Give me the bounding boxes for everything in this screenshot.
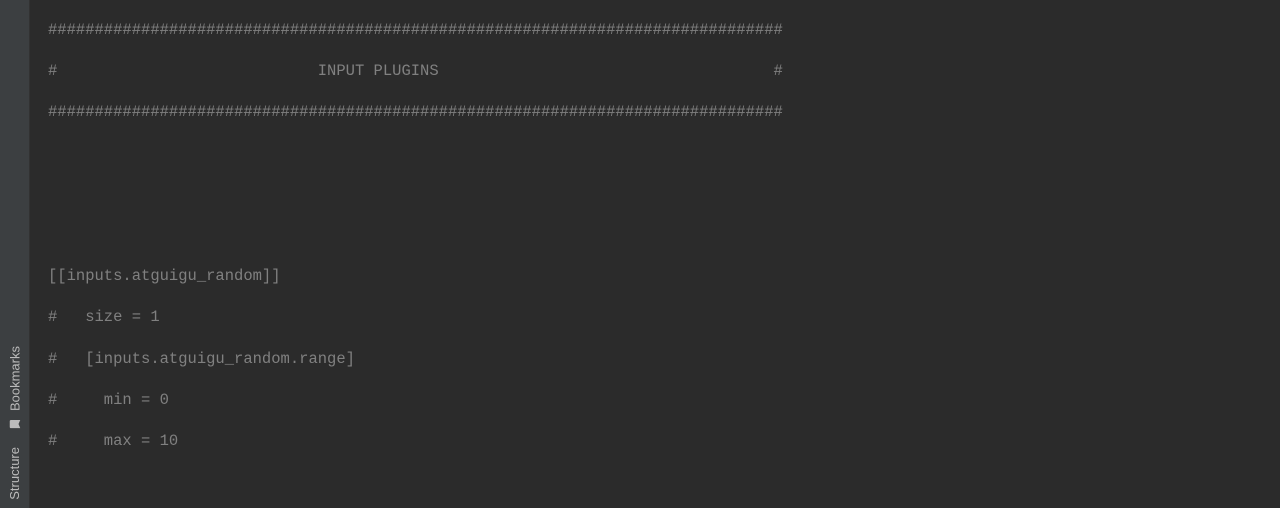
comment-size: # size = 1 <box>48 308 160 326</box>
hash-rule-top: ########################################… <box>48 21 783 39</box>
sidebar-tab-label: Structure <box>7 447 22 500</box>
section-header-line: # INPUT PLUGINS # <box>48 62 783 80</box>
code-editor[interactable]: ########################################… <box>30 0 1280 508</box>
sidebar-tab-structure[interactable]: Structure <box>7 439 22 508</box>
hash-rule-bottom: ########################################… <box>48 103 783 121</box>
tool-window-sidebar: Bookmarks Structure <box>0 0 30 508</box>
comment-range: # [inputs.atguigu_random.range] <box>48 350 355 368</box>
comment-min: # min = 0 <box>48 391 169 409</box>
comment-max: # max = 10 <box>48 432 178 450</box>
code-content: ########################################… <box>30 0 1280 472</box>
bookmark-icon <box>8 416 22 432</box>
sidebar-tab-label: Bookmarks <box>7 346 22 411</box>
sidebar-tab-bookmarks[interactable]: Bookmarks <box>7 338 23 439</box>
table-declaration: [[inputs.atguigu_random]] <box>48 267 281 285</box>
